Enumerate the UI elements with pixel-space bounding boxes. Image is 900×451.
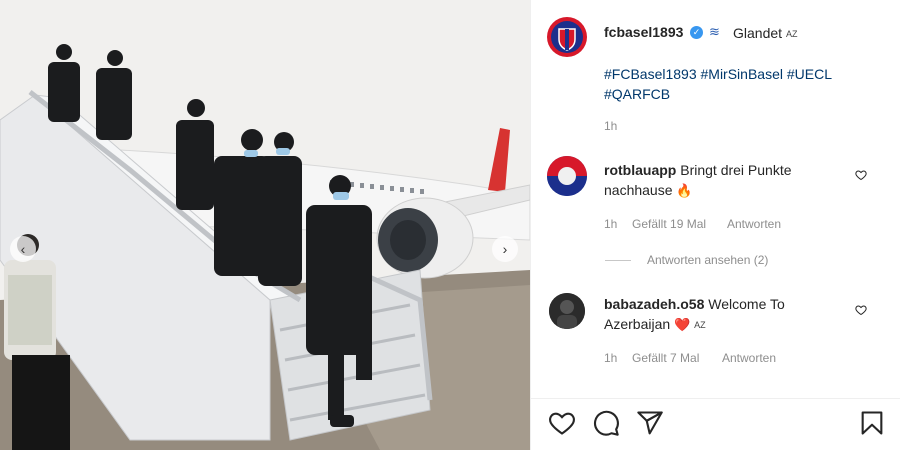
comment-1-username[interactable]: rotblauapp xyxy=(604,162,676,178)
heart-emoji: ❤️ xyxy=(674,317,691,332)
comment-1-reply-button[interactable]: Antworten xyxy=(727,217,781,231)
rotblauapp-avatar[interactable] xyxy=(547,156,587,196)
caption-location[interactable]: Glandet AZ xyxy=(733,25,797,41)
fire-emoji: 🔥 xyxy=(676,183,693,198)
comment-2-badge: AZ xyxy=(694,320,706,330)
location-badge: AZ xyxy=(785,29,798,39)
comment-1-time: 1h xyxy=(604,217,618,231)
comment-1-likes[interactable]: Gefällt 19 Mal xyxy=(632,217,706,231)
photo-illustration xyxy=(0,0,530,450)
view-replies-label: Antworten ansehen (2) xyxy=(647,253,769,267)
next-photo-button[interactable]: › xyxy=(492,236,518,262)
heart-icon[interactable] xyxy=(548,409,576,437)
comment-2-like-icon[interactable] xyxy=(855,304,867,316)
location-text: Glandet xyxy=(733,25,783,41)
comment-2-time: 1h xyxy=(604,351,618,365)
chevron-left-icon: ‹ xyxy=(20,241,26,257)
comment-2-body: babazadeh.o58 Welcome To Azerbaijan ❤️ A… xyxy=(604,294,844,335)
fcbasel-avatar[interactable] xyxy=(547,17,587,57)
post-photo[interactable]: ‹ › xyxy=(0,0,530,450)
wave-icon: ≋ xyxy=(709,24,720,39)
comment-2-username[interactable]: babazadeh.o58 xyxy=(604,296,704,312)
view-replies-button[interactable]: Antworten ansehen (2) xyxy=(605,253,768,267)
chevron-right-icon: › xyxy=(502,241,508,257)
instagram-post: ‹ › fcbasel1893 ✓ ≋ Glandet AZ #FCBasel1… xyxy=(0,0,900,450)
previous-photo-button[interactable]: ‹ xyxy=(10,236,36,262)
caption-time: 1h xyxy=(604,119,618,133)
comment-2-likes[interactable]: Gefällt 7 Mal xyxy=(632,351,699,365)
verified-icon: ✓ xyxy=(690,26,703,39)
comment-1-like-icon[interactable] xyxy=(855,169,867,181)
caption-username[interactable]: fcbasel1893 xyxy=(604,24,683,40)
comment-icon[interactable] xyxy=(592,409,620,437)
babazadeh-avatar[interactable] xyxy=(549,293,585,329)
club-crest-icon xyxy=(551,21,583,53)
comment-2-reply-button[interactable]: Antworten xyxy=(722,351,776,365)
avatar-image xyxy=(547,156,587,196)
avatar-image xyxy=(549,293,585,329)
share-icon[interactable] xyxy=(636,409,664,437)
action-bar xyxy=(530,398,900,451)
comment-1-body: rotblauapp Bringt drei Punkte nachhause … xyxy=(604,160,844,201)
caption-hashtags[interactable]: #FCBasel1893 #MirSinBasel #UECL #QARFCB xyxy=(604,64,864,104)
replies-divider xyxy=(605,260,631,262)
bookmark-icon[interactable] xyxy=(858,409,886,437)
